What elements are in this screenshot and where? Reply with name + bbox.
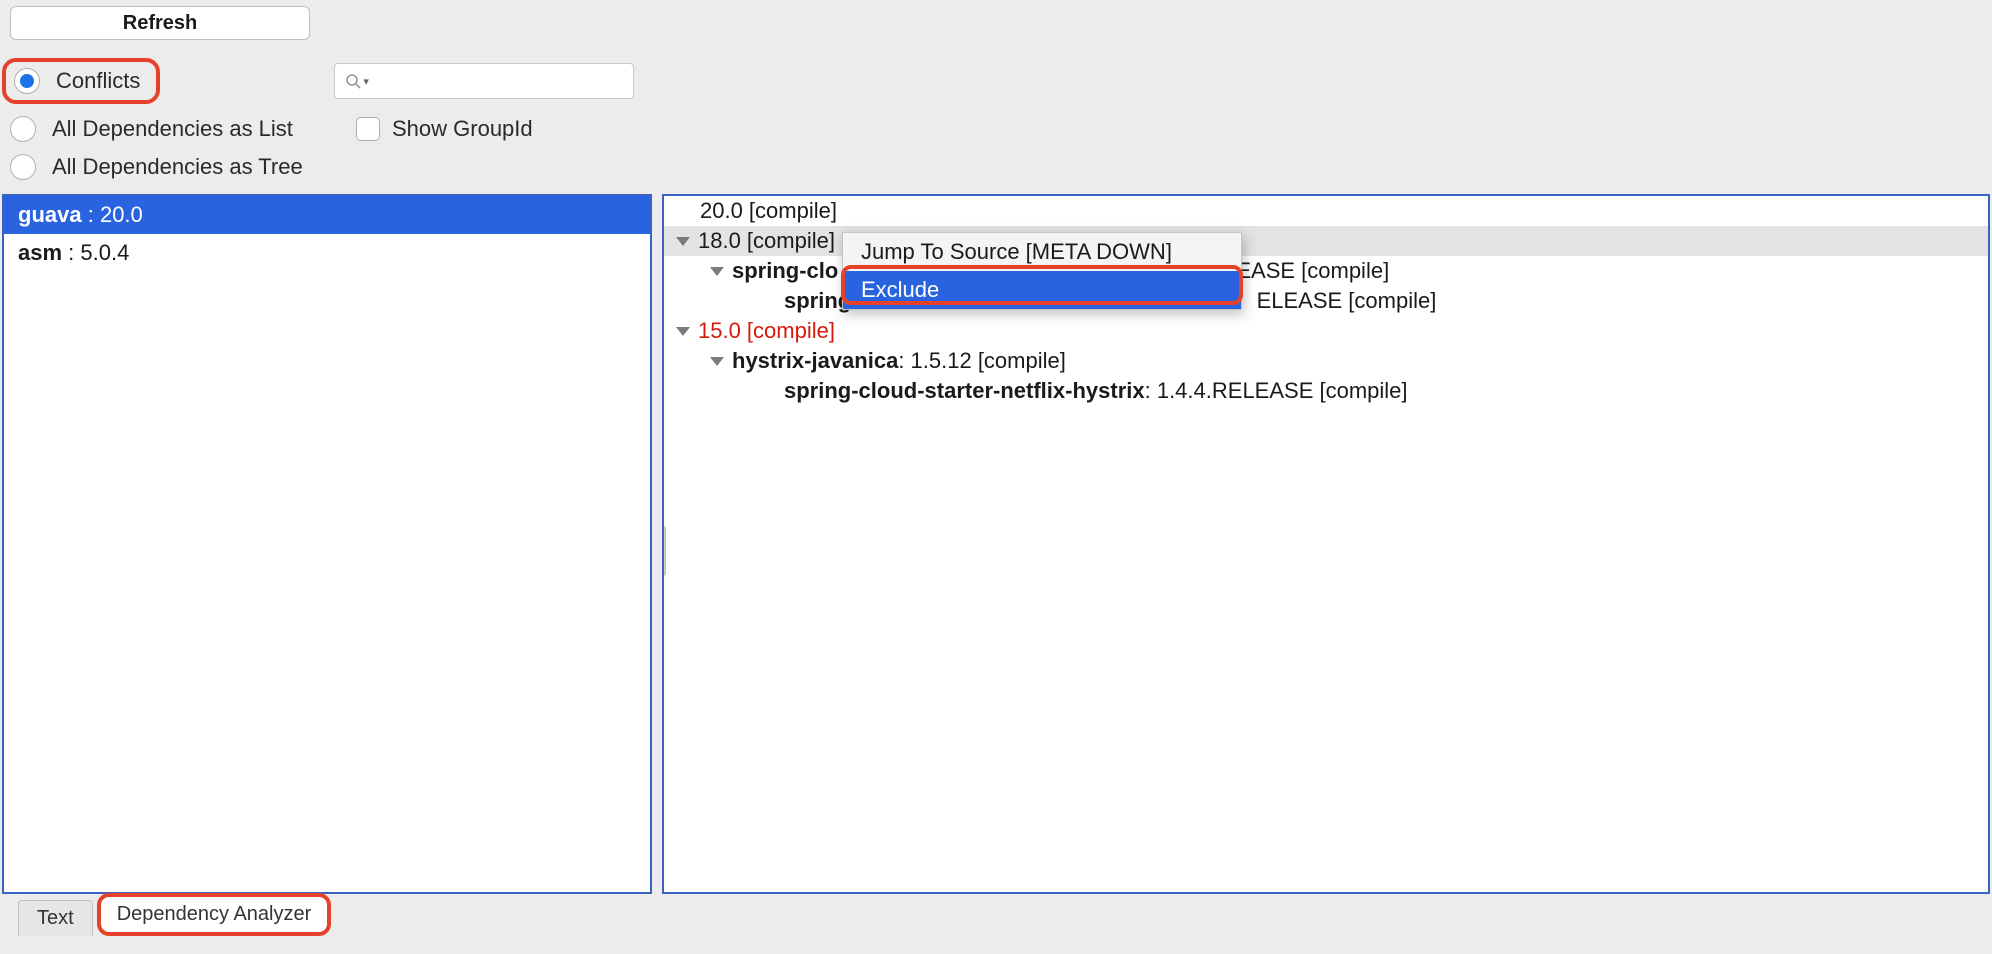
tab-text[interactable]: Text: [18, 900, 93, 936]
context-menu: Jump To Source [META DOWN] Exclude: [842, 232, 1242, 310]
search-icon: [345, 73, 361, 89]
radio-all-list-label: All Dependencies as List: [52, 116, 293, 142]
dependency-list[interactable]: guava : 20.0 asm : 5.0.4: [2, 194, 652, 894]
chevron-down-icon[interactable]: [676, 237, 690, 246]
dep-name: guava: [18, 202, 82, 227]
checkbox-show-groupid[interactable]: [356, 117, 380, 141]
toolbar: Refresh Conflicts ▾ All Dependencies as …: [0, 0, 1992, 194]
search-input[interactable]: ▾: [334, 63, 634, 99]
tree-row[interactable]: 20.0 [compile]: [664, 196, 1988, 226]
dep-version: 5.0.4: [80, 240, 129, 265]
dep-name: asm: [18, 240, 62, 265]
tree-row[interactable]: hystrix-javanica : 1.5.12 [compile]: [664, 346, 1988, 376]
radio-conflicts[interactable]: [14, 68, 40, 94]
bottom-tabs: Text Dependency Analyzer: [0, 894, 1992, 938]
chevron-down-icon[interactable]: [710, 357, 724, 366]
radio-all-tree-label: All Dependencies as Tree: [52, 154, 303, 180]
radio-conflicts-label: Conflicts: [56, 68, 140, 94]
dependency-tree[interactable]: 20.0 [compile] 18.0 [compile] spring-clo…: [662, 194, 1990, 894]
radio-all-list[interactable]: [10, 116, 36, 142]
chevron-down-icon[interactable]: [710, 267, 724, 276]
chevron-down-icon[interactable]: [676, 327, 690, 336]
dep-version: 20.0: [100, 202, 143, 227]
tree-row[interactable]: spring-cloud-starter-netflix-hystrix : 1…: [664, 376, 1988, 406]
refresh-button[interactable]: Refresh: [10, 6, 310, 40]
radio-all-tree[interactable]: [10, 154, 36, 180]
tree-row[interactable]: 15.0 [compile]: [664, 316, 1988, 346]
list-item[interactable]: guava : 20.0: [4, 196, 650, 234]
menu-item-jump-to-source[interactable]: Jump To Source [META DOWN]: [843, 233, 1241, 271]
conflicts-highlight: Conflicts: [2, 58, 160, 104]
list-item[interactable]: asm : 5.0.4: [4, 234, 650, 272]
tab-dependency-analyzer[interactable]: Dependency Analyzer: [97, 893, 332, 936]
splitter-handle[interactable]: [662, 526, 666, 576]
panels: guava : 20.0 asm : 5.0.4 20.0 [compile] …: [0, 194, 1992, 894]
checkbox-show-groupid-label: Show GroupId: [392, 116, 533, 142]
menu-item-exclude[interactable]: Exclude: [843, 271, 1241, 309]
search-dropdown-icon[interactable]: ▾: [363, 75, 369, 88]
